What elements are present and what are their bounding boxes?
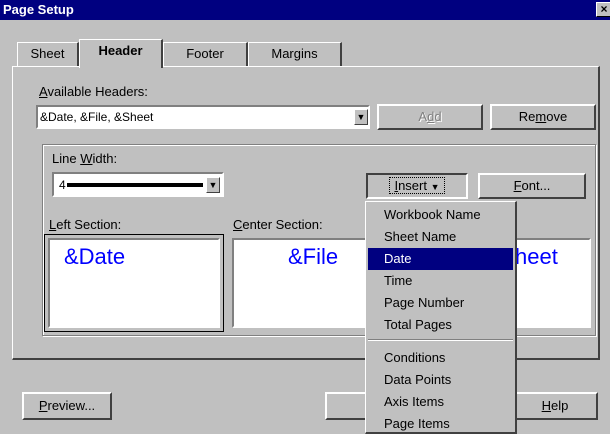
menu-item-time[interactable]: Time	[368, 270, 513, 292]
help-button[interactable]: Help	[512, 392, 598, 420]
insert-menu: Workbook Name Sheet Name Date Time Page …	[365, 201, 517, 434]
available-headers-value: &Date, &File, &Sheet	[40, 110, 154, 124]
center-section-label: Center Section:	[233, 217, 323, 232]
left-section-label: Left Section:	[49, 217, 122, 232]
insert-button-label: Insert ▼	[389, 177, 445, 194]
font-button[interactable]: Font...	[478, 173, 586, 199]
title-bar: Page Setup	[0, 0, 610, 20]
add-button[interactable]: Add	[377, 104, 483, 130]
center-section-text: &File	[288, 244, 339, 269]
tab-margins-label: Margins	[271, 46, 318, 61]
right-section-text: heet	[515, 244, 558, 269]
menu-item-axis-items[interactable]: Axis Items	[368, 391, 513, 413]
line-width-label: Line Width:	[52, 151, 118, 166]
chevron-down-icon[interactable]: ▼	[206, 177, 220, 193]
available-headers-label: Available Headers:	[39, 84, 148, 99]
menu-item-workbook-name[interactable]: Workbook Name	[368, 204, 513, 226]
preview-button[interactable]: Preview...	[22, 392, 112, 420]
dropdown-arrow-icon: ▼	[430, 182, 440, 192]
close-icon: ×	[600, 2, 608, 16]
line-width-dropdown[interactable]: 4 ▼	[52, 172, 224, 197]
tab-sheet-label: Sheet	[30, 46, 65, 61]
menu-item-date[interactable]: Date	[368, 248, 513, 270]
menu-item-conditions[interactable]: Conditions	[368, 347, 513, 369]
left-section-field[interactable]: &Date	[48, 238, 220, 328]
left-section-text: &Date	[64, 244, 126, 269]
insert-button[interactable]: Insert ▼	[366, 173, 468, 199]
chevron-down-icon[interactable]: ▼	[354, 109, 368, 125]
tab-header-label: Header	[98, 43, 143, 58]
tab-sheet[interactable]: Sheet	[17, 42, 79, 66]
tab-footer[interactable]: Footer	[163, 42, 248, 66]
menu-item-data-points[interactable]: Data Points	[368, 369, 513, 391]
menu-item-page-number[interactable]: Page Number	[368, 292, 513, 314]
line-sample	[67, 183, 203, 187]
tab-footer-label: Footer	[186, 46, 224, 61]
available-headers-dropdown[interactable]: &Date, &File, &Sheet ▼	[36, 105, 370, 129]
close-button[interactable]: ×	[596, 2, 610, 17]
menu-separator	[368, 339, 513, 341]
center-section-field[interactable]: &File	[232, 238, 372, 328]
line-width-value: 4	[59, 178, 66, 192]
tab-header[interactable]: Header	[79, 39, 163, 68]
menu-item-total-pages[interactable]: Total Pages	[368, 314, 513, 336]
remove-button[interactable]: Remove	[490, 104, 596, 130]
right-section-field[interactable]: heet	[509, 238, 591, 328]
window-title: Page Setup	[3, 2, 74, 17]
tab-margins[interactable]: Margins	[248, 42, 342, 66]
menu-item-sheet-name[interactable]: Sheet Name	[368, 226, 513, 248]
menu-item-page-items[interactable]: Page Items	[368, 413, 513, 435]
